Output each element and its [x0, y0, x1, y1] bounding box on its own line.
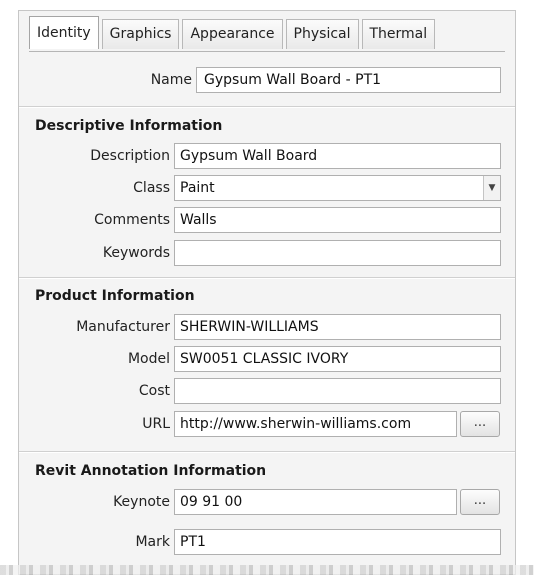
mark-row: Mark PT1 — [19, 529, 515, 555]
description-label: Description — [90, 148, 170, 164]
descriptive-information-heading: Descriptive Information — [35, 118, 223, 134]
mark-field[interactable]: PT1 — [174, 529, 501, 555]
description-field[interactable]: Gypsum Wall Board — [174, 143, 501, 169]
tab-bar: Identity Graphics Appearance Physical Th… — [29, 16, 438, 51]
tab-divider — [29, 51, 505, 52]
material-properties-panel: Identity Graphics Appearance Physical Th… — [18, 10, 516, 575]
comments-label: Comments — [94, 212, 170, 228]
tab-thermal[interactable]: Thermal — [361, 19, 436, 49]
cost-label: Cost — [138, 383, 170, 399]
class-select[interactable]: Paint ▼ — [174, 175, 501, 201]
keynote-row: Keynote 09 91 00 ... — [19, 489, 515, 515]
comments-row: Comments Walls — [19, 207, 515, 233]
class-label: Class — [133, 180, 170, 196]
model-row: Model SW0051 CLASSIC IVORY — [19, 346, 515, 372]
section-divider — [19, 451, 515, 453]
section-divider — [19, 277, 515, 279]
name-label: Name — [150, 72, 192, 88]
cost-field[interactable] — [174, 378, 501, 404]
url-row: URL http://www.sherwin-williams.com ... — [19, 411, 515, 437]
torn-edge-decoration — [0, 565, 534, 575]
name-row: Name Gypsum Wall Board - PT1 — [19, 67, 515, 93]
tab-identity[interactable]: Identity — [29, 16, 99, 49]
description-row: Description Gypsum Wall Board — [19, 143, 515, 169]
class-row: Class Paint ▼ — [19, 175, 515, 201]
keywords-row: Keywords — [19, 240, 515, 266]
product-information-heading: Product Information — [35, 288, 195, 304]
manufacturer-row: Manufacturer SHERWIN-WILLIAMS — [19, 314, 515, 340]
manufacturer-label: Manufacturer — [76, 319, 170, 335]
keynote-field[interactable]: 09 91 00 — [174, 489, 457, 515]
keynote-label: Keynote — [113, 494, 170, 510]
keywords-label: Keywords — [102, 245, 170, 261]
chevron-down-icon[interactable]: ▼ — [483, 176, 500, 200]
section-divider — [19, 106, 515, 108]
manufacturer-field[interactable]: SHERWIN-WILLIAMS — [174, 314, 501, 340]
revit-annotation-information-heading: Revit Annotation Information — [35, 463, 267, 479]
name-field[interactable]: Gypsum Wall Board - PT1 — [196, 67, 501, 93]
tab-appearance[interactable]: Appearance — [182, 19, 283, 49]
url-browse-button[interactable]: ... — [460, 411, 500, 437]
keywords-field[interactable] — [174, 240, 501, 266]
model-label: Model — [127, 351, 170, 367]
tab-physical[interactable]: Physical — [285, 19, 359, 49]
keynote-browse-button[interactable]: ... — [460, 489, 500, 515]
mark-label: Mark — [135, 534, 170, 550]
url-field[interactable]: http://www.sherwin-williams.com — [174, 411, 457, 437]
comments-field[interactable]: Walls — [174, 207, 501, 233]
model-field[interactable]: SW0051 CLASSIC IVORY — [174, 346, 501, 372]
class-select-value: Paint — [180, 180, 215, 196]
cost-row: Cost — [19, 378, 515, 404]
tab-graphics[interactable]: Graphics — [101, 19, 180, 49]
url-label: URL — [142, 416, 170, 432]
